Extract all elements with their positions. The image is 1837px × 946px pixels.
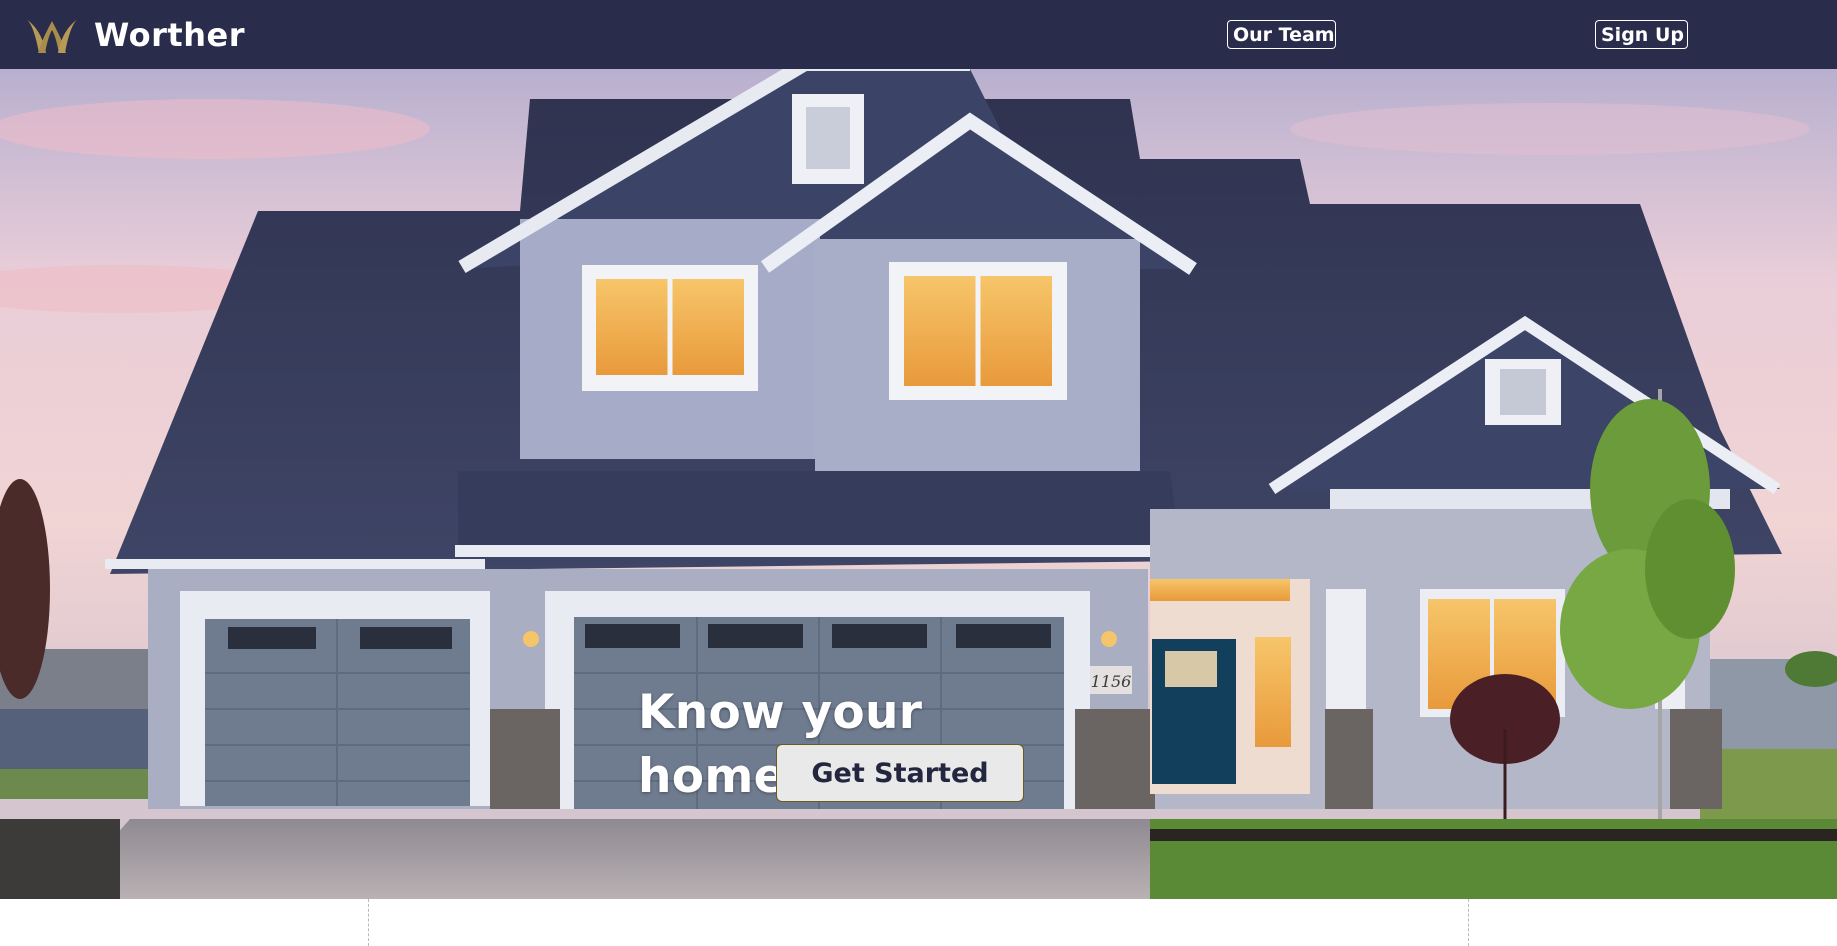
our-team-button[interactable]: Our Team bbox=[1227, 20, 1336, 49]
brand-link[interactable]: Worther bbox=[24, 13, 245, 57]
column-divider bbox=[1468, 899, 1469, 946]
crown-w-logo-icon bbox=[26, 19, 78, 53]
column-divider bbox=[368, 899, 369, 946]
sign-up-button[interactable]: Sign Up bbox=[1595, 20, 1688, 49]
content-section bbox=[0, 899, 1837, 946]
navbar: Worther Our Team Sign Up bbox=[0, 0, 1837, 69]
brand-name: Worther bbox=[94, 16, 245, 54]
get-started-button[interactable]: Get Started bbox=[776, 744, 1024, 802]
hero-section: 1156 Know your home's worth Get Started bbox=[0, 69, 1837, 899]
